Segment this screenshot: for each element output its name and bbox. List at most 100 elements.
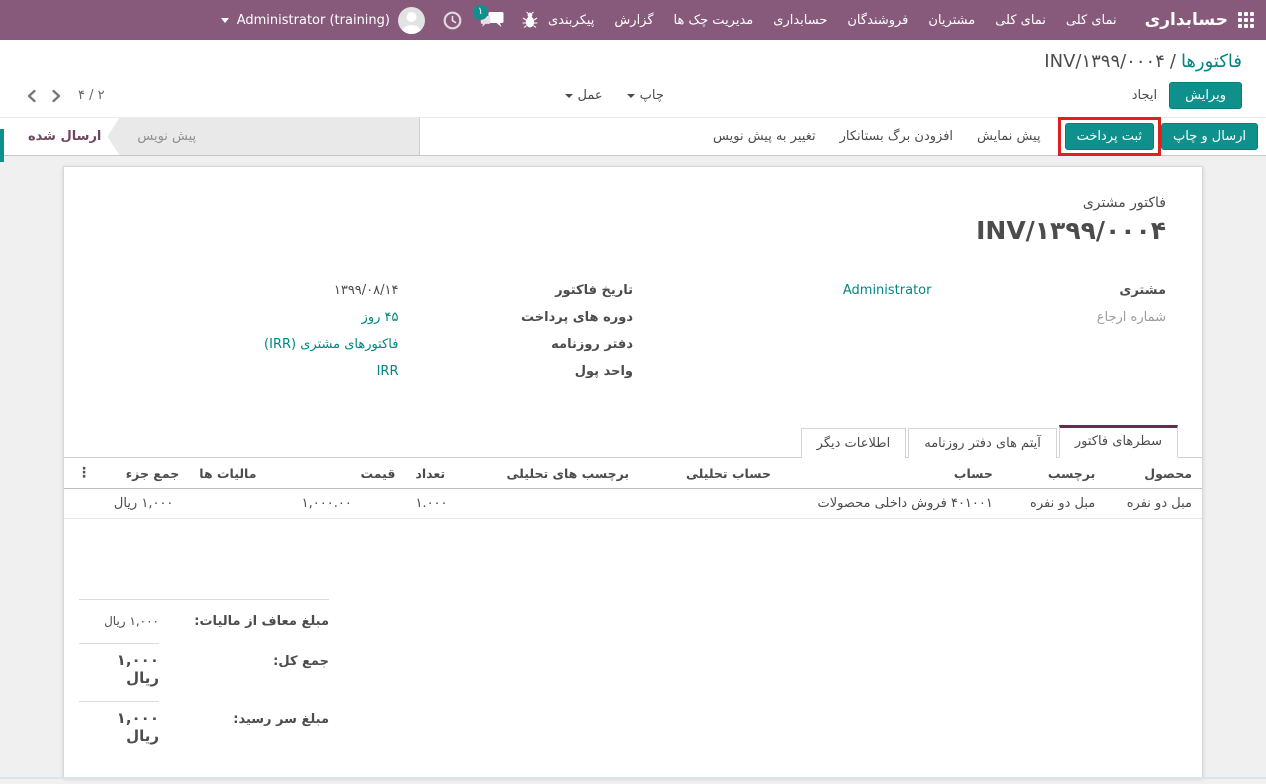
column-header[interactable]: حساب bbox=[780, 458, 1003, 489]
user-menu[interactable]: Administrator (training) bbox=[237, 13, 390, 28]
detail-field: دوره های پرداخت ۴۵ روز bbox=[100, 310, 633, 327]
pager-counter: ۲ / ۴ bbox=[78, 88, 105, 103]
invoice-lines-table: محصول برچسب حساب حساب تحلیلی برچسب های ت… bbox=[64, 458, 1202, 519]
column-header[interactable]: قیمت bbox=[291, 458, 406, 489]
chevron-down-icon bbox=[564, 93, 573, 98]
reset-to-draft-button[interactable]: تغییر به پیش نویس bbox=[701, 124, 828, 149]
breadcrumb-current: INV/۱۳۹۹/۰۰۰۴ bbox=[1044, 51, 1165, 72]
edge-button-sliver bbox=[0, 129, 4, 162]
detail-label: تاریخ فاکتور bbox=[555, 283, 633, 298]
topbar-menu-item[interactable]: مدیریت چک ها bbox=[664, 0, 764, 40]
status-state[interactable]: پیش نویس bbox=[119, 118, 214, 155]
cell-quantity[interactable]: ۱.۰۰۰ bbox=[405, 488, 497, 519]
document-type-label: فاکتور مشتری bbox=[1082, 195, 1166, 211]
column-header[interactable]: برچسب bbox=[1002, 458, 1106, 489]
notebook-tabs: سطرهای فاکتور آیتم های دفتر روزنامه اطلا… bbox=[64, 425, 1202, 458]
app-name-menu[interactable]: حسابداری bbox=[1145, 10, 1228, 30]
messages-icon[interactable]: ۱ bbox=[472, 4, 504, 30]
detail-value[interactable]: ۱۳۹۹/۰۸/۱۴ bbox=[100, 283, 399, 298]
print-dropdown[interactable]: چاپ bbox=[615, 83, 676, 108]
cell-account[interactable]: ۴۰۱۰۰۱ فروش داخلی محصولات bbox=[780, 488, 1003, 519]
preview-button[interactable]: پیش نمایش bbox=[965, 124, 1053, 149]
register-payment-button[interactable]: ثبت پرداخت bbox=[1064, 123, 1155, 150]
print-dropdown-label: چاپ bbox=[639, 88, 664, 103]
column-header[interactable]: مالیات ها bbox=[189, 458, 292, 489]
apps-menu-icon[interactable] bbox=[1238, 12, 1254, 28]
column-header[interactable]: جمع جزء bbox=[103, 458, 190, 489]
avatar[interactable] bbox=[397, 6, 425, 34]
action-dropdown[interactable]: عمل bbox=[553, 83, 615, 108]
topbar-menu-item[interactable]: حسابداری bbox=[763, 0, 837, 40]
statusbar-row: ارسال و چاپ ثبت پرداخت پیش نمایش افزودن … bbox=[0, 117, 1266, 162]
notebook-tab[interactable]: اطلاعات دیگر bbox=[800, 428, 907, 458]
cell-taxes[interactable] bbox=[189, 488, 292, 519]
total-line: مبلغ معاف از مالیات: ۱,۰۰۰ ریال bbox=[79, 599, 329, 631]
reference-label: شماره ارجاع bbox=[1096, 310, 1166, 325]
invoice-line-row[interactable]: مبل دو نفره مبل دو نفره ۴۰۱۰۰۱ فروش داخل… bbox=[64, 488, 1202, 519]
detail-label: دوره های پرداخت bbox=[521, 310, 633, 325]
topbar-menus: نمای کلی نمای کلی مشتریان فروشندگان حساب… bbox=[538, 0, 1127, 40]
reference-field: شماره ارجاع bbox=[633, 310, 1166, 327]
total-value: ۱,۰۰۰ ریال bbox=[104, 614, 159, 628]
total-line: مبلغ سر رسید: ۱,۰۰۰ ریال bbox=[79, 689, 329, 747]
detail-value[interactable]: IRR bbox=[100, 364, 399, 379]
cell-subtotal[interactable]: ۱,۰۰۰ ریال bbox=[103, 488, 190, 519]
lines-header-row: محصول برچسب حساب حساب تحلیلی برچسب های ت… bbox=[64, 458, 1202, 489]
column-header[interactable]: برچسب های تحلیلی bbox=[496, 458, 656, 489]
pager-previous-button[interactable] bbox=[24, 87, 39, 105]
total-label: مبلغ معاف از مالیات: bbox=[194, 614, 329, 629]
create-button[interactable]: ایجاد bbox=[1120, 83, 1169, 108]
column-options-icon[interactable]: ⋮ bbox=[64, 458, 104, 489]
total-value: ۱,۰۰۰ ریال bbox=[79, 643, 159, 687]
total-line: جمع کل: ۱,۰۰۰ ریال bbox=[79, 631, 329, 689]
total-label: مبلغ سر رسید: bbox=[233, 712, 329, 727]
form-content: فاکتور مشتری INV/۱۳۹۹/۰۰۰۴ مشتری Adminis… bbox=[0, 156, 1266, 784]
detail-label: واحد پول bbox=[574, 364, 633, 379]
register-payment-wrapper: ثبت پرداخت bbox=[1057, 117, 1162, 156]
record-pager: ۲ / ۴ bbox=[24, 87, 109, 105]
column-header[interactable]: حساب تحلیلی bbox=[655, 458, 781, 489]
notebook-tab[interactable]: آیتم های دفتر روزنامه bbox=[908, 428, 1057, 458]
column-header[interactable]: تعداد bbox=[405, 458, 497, 489]
add-credit-note-button[interactable]: افزودن برگ بستانکار bbox=[828, 124, 965, 149]
customer-value-link[interactable]: Administrator bbox=[633, 283, 932, 298]
status-pipeline: پیش نویس ارسال شده bbox=[0, 118, 420, 155]
pager-next-button[interactable] bbox=[49, 87, 64, 105]
notebook-tab[interactable]: سطرهای فاکتور bbox=[1058, 425, 1178, 458]
activities-clock-icon[interactable] bbox=[443, 11, 462, 30]
topbar-menu-item[interactable]: نمای کلی bbox=[985, 0, 1056, 40]
topbar: حسابداری نمای کلی نمای کلی مشتریان فروشن… bbox=[0, 0, 1266, 40]
totals-block: مبلغ معاف از مالیات: ۱,۰۰۰ ریال جمع کل: … bbox=[79, 599, 329, 777]
user-menu-caret-icon[interactable] bbox=[220, 17, 229, 23]
topbar-menu-item[interactable]: پیکربندی bbox=[538, 0, 604, 40]
detail-field: واحد پول IRR bbox=[100, 364, 633, 381]
control-panel: ویرایش ایجاد چاپ عمل ۲ / ۴ bbox=[0, 76, 1266, 117]
total-label: جمع کل: bbox=[273, 654, 329, 669]
chevron-down-icon bbox=[626, 93, 635, 98]
edit-button[interactable]: ویرایش bbox=[1169, 82, 1242, 109]
cell-price[interactable]: ۱,۰۰۰.۰۰ bbox=[291, 488, 406, 519]
topbar-menu-item[interactable]: گزارش bbox=[604, 0, 663, 40]
cell-product[interactable]: مبل دو نفره bbox=[1105, 488, 1202, 519]
detail-value[interactable]: ۴۵ روز bbox=[100, 310, 399, 325]
invoice-sheet: فاکتور مشتری INV/۱۳۹۹/۰۰۰۴ مشتری Adminis… bbox=[63, 166, 1203, 778]
topbar-menu-item[interactable]: مشتریان bbox=[918, 0, 985, 40]
topbar-menu-item[interactable]: نمای کلی bbox=[1056, 0, 1127, 40]
invoice-number: INV/۱۳۹۹/۰۰۰۴ bbox=[976, 216, 1166, 245]
breadcrumb-parent-link[interactable]: فاکتورها bbox=[1181, 51, 1242, 72]
systray: Administrator (training) ۱ bbox=[220, 4, 538, 34]
status-state[interactable]: ارسال شده bbox=[0, 118, 119, 155]
detail-field: دفتر روزنامه فاکتورهای مشتری (IRR) bbox=[100, 337, 633, 354]
column-header[interactable]: محصول bbox=[1105, 458, 1202, 489]
cell-label[interactable]: مبل دو نفره bbox=[1002, 488, 1106, 519]
send-and-print-button[interactable]: ارسال و چاپ bbox=[1161, 123, 1258, 150]
detail-value[interactable]: فاکتورهای مشتری (IRR) bbox=[100, 337, 398, 352]
topbar-menu-item[interactable]: فروشندگان bbox=[837, 0, 918, 40]
breadcrumb: فاکتورها/INV/۱۳۹۹/۰۰۰۴ bbox=[0, 40, 1266, 76]
bug-icon[interactable] bbox=[522, 11, 538, 29]
cell-analytic-tags[interactable] bbox=[496, 488, 656, 519]
customer-field: مشتری Administrator bbox=[633, 283, 1166, 300]
bottom-scroll-track[interactable] bbox=[0, 777, 1266, 779]
cell-analytic-account[interactable] bbox=[655, 488, 781, 519]
cell-options bbox=[64, 488, 104, 519]
